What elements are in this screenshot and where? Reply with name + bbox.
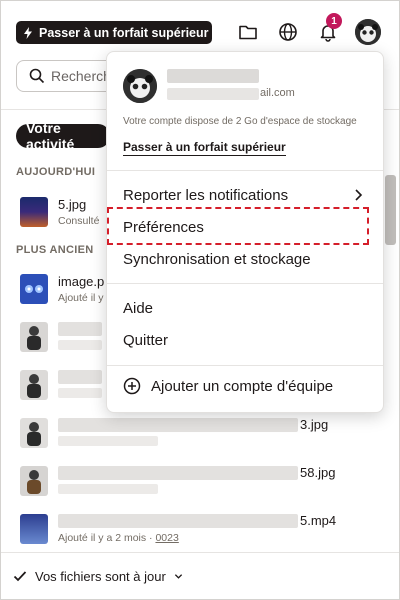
file-row[interactable]: 5.jpg Consulté [16, 193, 116, 233]
folder-icon[interactable] [236, 20, 260, 44]
blurred-file-subtitle [58, 484, 158, 494]
file-row[interactable]: image.p Ajouté il y [16, 270, 116, 310]
section-today-label: AUJOURD'HUI [16, 166, 96, 178]
menu-item-label: Synchronisation et stockage [123, 250, 311, 268]
menu-upgrade-link[interactable]: Passer à un forfait supérieur [123, 140, 286, 156]
file-name: 58.jpg [300, 465, 336, 480]
menu-divider [107, 170, 383, 171]
menu-item-sync-storage[interactable]: Synchronisation et stockage [123, 246, 369, 272]
section-older-label: PLUS ANCIEN [16, 244, 94, 256]
file-thumbnail [20, 418, 48, 448]
file-folder-link[interactable]: 0023 [155, 532, 178, 544]
file-thumbnail [20, 274, 48, 304]
your-activity-tab[interactable]: Votre activité [16, 120, 110, 152]
menu-avatar [123, 69, 157, 103]
blurred-file-name [58, 514, 298, 528]
file-thumbnail [20, 370, 48, 400]
file-subtitle: Ajouté il y a 2 mois · 0023 [58, 532, 179, 544]
globe-icon[interactable] [276, 20, 300, 44]
plus-circle-icon [123, 377, 141, 395]
menu-item-label: Reporter les notifications [123, 186, 289, 204]
file-thumbnail [20, 466, 48, 496]
menu-item-snooze-notifications[interactable]: Reporter les notifications [123, 182, 369, 208]
user-email-suffix: ail.com [260, 87, 295, 99]
menu-divider [107, 365, 383, 366]
file-name: image.p [58, 274, 105, 289]
blurred-file-name [58, 322, 102, 336]
lightning-icon [24, 26, 32, 39]
blurred-file-subtitle [58, 388, 102, 398]
blurred-user-email [167, 88, 259, 100]
chevron-right-icon [355, 189, 363, 201]
file-subtitle: Consulté [58, 215, 100, 227]
file-name: 5.mp4 [300, 513, 337, 528]
menu-item-quit[interactable]: Quitter [123, 327, 369, 353]
blurred-file-name [58, 466, 298, 480]
sync-status-text: Vos fichiers sont à jour [35, 568, 166, 584]
sync-status-bar[interactable]: Vos fichiers sont à jour [1, 552, 399, 599]
account-menu: ail.com Votre compte dispose de 2 Go d'e… [106, 51, 384, 413]
upgrade-plan-button[interactable]: Passer à un forfait supérieur [16, 21, 212, 44]
blurred-file-name [58, 370, 102, 384]
file-name: 3.jpg [300, 417, 329, 432]
file-thumbnail [20, 322, 48, 352]
menu-item-label: Ajouter un compte d'équipe [151, 377, 334, 395]
menu-item-label: Quitter [123, 331, 169, 349]
file-thumbnail [20, 514, 48, 544]
menu-item-help[interactable]: Aide [123, 295, 369, 321]
blurred-file-name [58, 418, 298, 432]
file-subtitle: Ajouté il y [58, 292, 104, 304]
menu-item-label: Aide [123, 299, 154, 317]
menu-item-add-team-account[interactable]: Ajouter un compte d'équipe [123, 377, 333, 395]
check-icon [13, 571, 27, 582]
file-name: 5.jpg [58, 197, 87, 212]
blurred-file-subtitle [58, 436, 158, 446]
account-avatar[interactable] [355, 19, 381, 45]
preferences-highlight-box [107, 207, 369, 245]
scrollbar-thumb[interactable] [385, 175, 396, 245]
chevron-down-icon [174, 573, 182, 579]
notification-badge: 1 [326, 13, 342, 29]
blurred-file-subtitle [58, 340, 102, 350]
menu-divider [107, 283, 383, 284]
file-thumbnail [20, 197, 48, 227]
search-icon [29, 68, 45, 84]
blurred-user-name [167, 69, 259, 83]
storage-info: Votre compte dispose de 2 Go d'espace de… [123, 116, 357, 127]
upgrade-plan-label: Passer à un forfait supérieur [39, 25, 209, 40]
